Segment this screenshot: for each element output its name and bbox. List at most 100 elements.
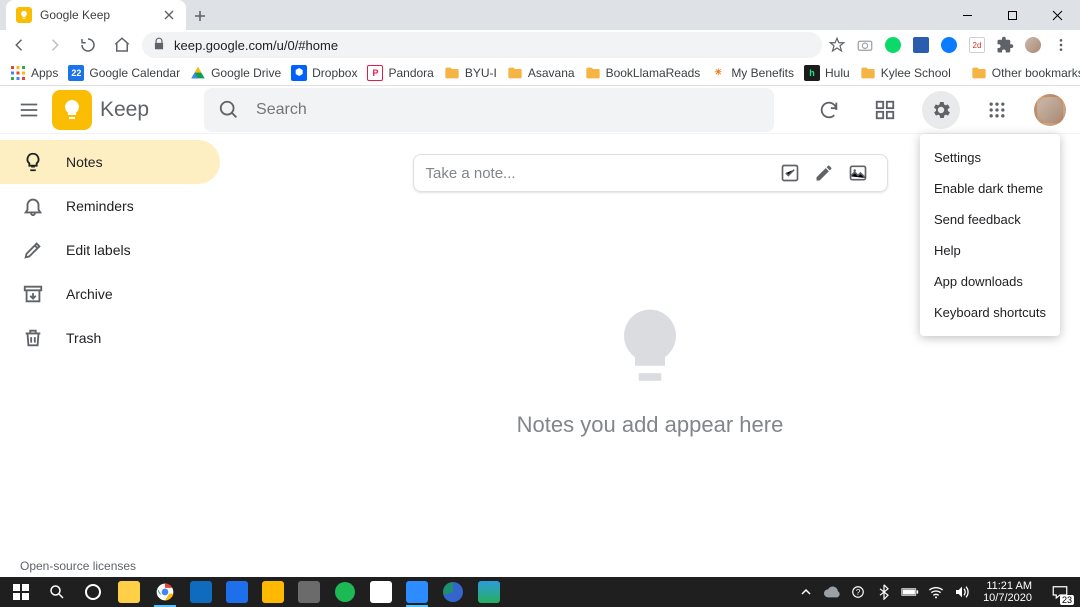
bookmark-item[interactable]: ⬢ Dropbox <box>291 65 357 81</box>
empty-text: Notes you add appear here <box>517 412 784 438</box>
tray-volume-icon[interactable] <box>953 583 971 601</box>
menu-help[interactable]: Help <box>920 235 1060 266</box>
menu-dark-theme[interactable]: Enable dark theme <box>920 173 1060 204</box>
search-input[interactable] <box>254 100 760 120</box>
bookmark-item[interactable]: BookLlamaReads <box>585 65 701 81</box>
taskbar-photos[interactable] <box>472 577 506 607</box>
tray-chevron-icon[interactable] <box>797 583 815 601</box>
bookmark-item[interactable]: Asavana <box>507 65 575 81</box>
sidebar-item-reminders[interactable]: Reminders <box>0 184 220 228</box>
tab-close-icon[interactable] <box>162 8 176 22</box>
site-icon: ⬢ <box>291 65 307 81</box>
bookmark-item[interactable]: h Hulu <box>804 65 850 81</box>
bookmark-label: My Benefits <box>731 66 794 80</box>
bookmark-item[interactable]: Google Drive <box>190 65 281 81</box>
bookmark-star-icon[interactable] <box>828 36 846 54</box>
other-bookmarks[interactable]: Other bookmarks <box>971 65 1080 81</box>
view-toggle-button[interactable] <box>866 91 904 129</box>
taskbar-sticky[interactable] <box>256 577 290 607</box>
tray-wifi-icon[interactable] <box>927 583 945 601</box>
profile-avatar-icon[interactable] <box>1024 36 1042 54</box>
taskbar-chrome[interactable] <box>148 577 182 607</box>
sidebar-item-notes[interactable]: Notes <box>0 140 220 184</box>
nav-forward-button[interactable] <box>40 31 68 59</box>
taskbar-search[interactable] <box>40 577 74 607</box>
taskbar-edge[interactable] <box>436 577 470 607</box>
window-close[interactable] <box>1035 0 1080 30</box>
window-minimize[interactable] <box>945 0 990 30</box>
bookmark-label: Asavana <box>528 66 575 80</box>
new-tab-button[interactable] <box>186 2 214 30</box>
bookmark-item[interactable]: BYU-I <box>444 65 497 81</box>
taskbar-explorer[interactable] <box>112 577 146 607</box>
apps-shortcut[interactable]: Apps <box>10 65 58 81</box>
ext-green-dot[interactable] <box>884 36 902 54</box>
drive-icon <box>190 65 206 81</box>
nav-home-button[interactable] <box>108 31 136 59</box>
taskbar-store[interactable] <box>220 577 254 607</box>
tray-unknown-icon[interactable]: ? <box>849 583 867 601</box>
window-maximize[interactable] <box>990 0 1035 30</box>
menu-shortcuts[interactable]: Keyboard shortcuts <box>920 297 1060 328</box>
ext-camera-icon[interactable] <box>856 36 874 54</box>
tray-onedrive-icon[interactable] <box>823 583 841 601</box>
tray-battery-icon[interactable] <box>901 583 919 601</box>
toolbar-right: 2d <box>828 36 1074 54</box>
sidebar-item-trash[interactable]: Trash <box>0 316 220 360</box>
new-list-icon[interactable] <box>773 156 807 190</box>
svg-text:?: ? <box>856 588 861 597</box>
browser-tab[interactable]: Google Keep <box>6 0 186 30</box>
taskbar-spotify[interactable] <box>328 577 362 607</box>
new-drawing-icon[interactable] <box>807 156 841 190</box>
taskbar-zoom[interactable] <box>400 577 434 607</box>
sidebar-item-edit-labels[interactable]: Edit labels <box>0 228 220 272</box>
other-bookmarks-label: Other bookmarks <box>992 66 1080 80</box>
bookmark-label: Dropbox <box>312 66 357 80</box>
site-icon: h <box>804 65 820 81</box>
action-center[interactable]: 23 <box>1044 577 1076 607</box>
main-menu-button[interactable] <box>10 91 48 129</box>
settings-button[interactable] <box>922 91 960 129</box>
start-button[interactable] <box>4 577 38 607</box>
empty-state: Notes you add appear here <box>517 302 784 438</box>
address-bar[interactable]: keep.google.com/u/0/#home <box>142 32 822 58</box>
keep-title: Keep <box>100 98 149 122</box>
menu-feedback[interactable]: Send feedback <box>920 204 1060 235</box>
ext-blue-square[interactable] <box>912 36 930 54</box>
refresh-button[interactable] <box>810 91 848 129</box>
bookmark-item[interactable]: 22Google Calendar <box>68 65 180 81</box>
ext-calendar-icon[interactable]: 2d <box>968 36 986 54</box>
taskbar-slack[interactable]: ⁜ <box>364 577 398 607</box>
bookmark-label: Hulu <box>825 66 850 80</box>
nav-back-button[interactable] <box>6 31 34 59</box>
trash-icon <box>22 327 44 349</box>
new-image-icon[interactable] <box>841 156 875 190</box>
bookmark-item[interactable]: Kylee School <box>860 65 951 81</box>
action-center-badge: 23 <box>1060 595 1074 605</box>
menu-downloads[interactable]: App downloads <box>920 266 1060 297</box>
bookmark-label: BookLlamaReads <box>606 66 701 80</box>
bookmark-item[interactable]: P Pandora <box>367 65 433 81</box>
take-note-input[interactable]: Take a note... <box>413 154 888 192</box>
sidebar-item-archive[interactable]: Archive <box>0 272 220 316</box>
ext-messenger-icon[interactable] <box>940 36 958 54</box>
taskbar-cortana[interactable] <box>76 577 110 607</box>
bookmark-label: Pandora <box>388 66 433 80</box>
site-icon: P <box>367 65 383 81</box>
taskbar-grey[interactable] <box>292 577 326 607</box>
menu-settings[interactable]: Settings <box>920 142 1060 173</box>
sb-label: Edit labels <box>66 242 131 258</box>
search-box[interactable] <box>204 88 774 132</box>
extensions-icon[interactable] <box>996 36 1014 54</box>
taskbar-mail[interactable] <box>184 577 218 607</box>
bookmark-item[interactable]: ✳My Benefits <box>710 65 794 81</box>
bookmark-label: Google Calendar <box>89 66 180 80</box>
chrome-menu-icon[interactable] <box>1052 36 1070 54</box>
google-apps-button[interactable] <box>978 91 1016 129</box>
lightbulb-icon <box>22 151 44 173</box>
account-avatar[interactable] <box>1034 94 1066 126</box>
nav-reload-button[interactable] <box>74 31 102 59</box>
tray-bluetooth-icon[interactable] <box>875 583 893 601</box>
taskbar-clock[interactable]: 11:21 AM 10/7/2020 <box>979 580 1036 604</box>
oss-licenses-link[interactable]: Open-source licenses <box>20 559 136 573</box>
